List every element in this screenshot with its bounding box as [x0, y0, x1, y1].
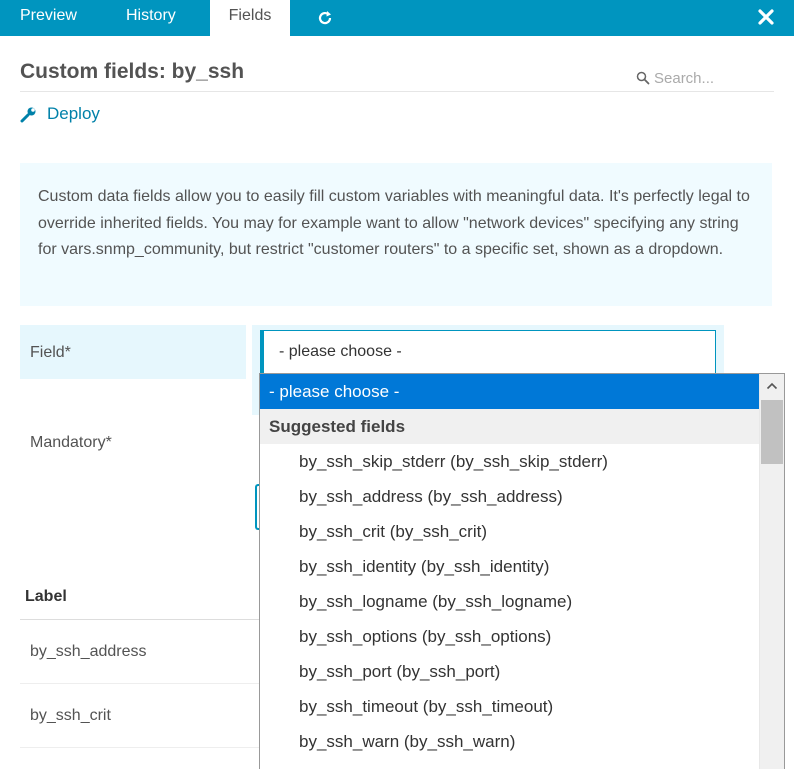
option-by-ssh-warn[interactable]: by_ssh_warn (by_ssh_warn)	[260, 724, 760, 759]
wrench-icon	[20, 107, 36, 122]
option-by-ssh-options[interactable]: by_ssh_options (by_ssh_options)	[260, 619, 760, 654]
option-by-ssh-skip-stderr[interactable]: by_ssh_skip_stderr (by_ssh_skip_stderr)	[260, 444, 760, 479]
search-icon	[636, 71, 650, 85]
tab-history[interactable]: History	[106, 0, 196, 36]
table-header-label: Label	[20, 586, 260, 620]
page-title: Custom fields: by_ssh	[20, 60, 245, 83]
option-by-ssh-port[interactable]: by_ssh_port (by_ssh_port)	[260, 654, 760, 689]
option-by-ssh-identity[interactable]: by_ssh_identity (by_ssh_identity)	[260, 549, 760, 584]
mandatory-label: Mandatory*	[30, 434, 112, 451]
scroll-thumb[interactable]	[761, 400, 783, 464]
close-button[interactable]	[754, 5, 778, 29]
option-please-choose[interactable]: - please choose -	[260, 374, 760, 409]
deploy-label: Deploy	[47, 104, 100, 123]
table-row[interactable]: by_ssh_crit	[20, 684, 260, 748]
tab-bar: Preview History Fields	[0, 0, 794, 36]
option-by-ssh-crit[interactable]: by_ssh_crit (by_ssh_crit)	[260, 514, 760, 549]
tab-preview[interactable]: Preview	[0, 0, 97, 36]
tab-fields[interactable]: Fields	[210, 0, 290, 36]
header-divider	[20, 91, 774, 92]
option-by-ssh-address[interactable]: by_ssh_address (by_ssh_address)	[260, 479, 760, 514]
search-input[interactable]	[654, 69, 764, 87]
info-box: Custom data fields allow you to easily f…	[20, 163, 772, 306]
dropdown-options: - please choose - Suggested fields by_ss…	[260, 374, 760, 759]
field-label: Field*	[20, 325, 246, 379]
close-icon	[758, 9, 774, 25]
refresh-icon	[318, 11, 332, 25]
optgroup-suggested-fields: Suggested fields	[260, 409, 760, 444]
option-by-ssh-logname[interactable]: by_ssh_logname (by_ssh_logname)	[260, 584, 760, 619]
search-box[interactable]	[636, 66, 776, 90]
info-text: Custom data fields allow you to easily f…	[38, 188, 750, 258]
chevron-up-icon	[766, 382, 778, 390]
field-dropdown-list: - please choose - Suggested fields by_ss…	[259, 373, 785, 769]
refresh-button[interactable]	[306, 0, 344, 36]
table-row[interactable]: by_ssh_address	[20, 620, 260, 684]
option-by-ssh-timeout[interactable]: by_ssh_timeout (by_ssh_timeout)	[260, 689, 760, 724]
field-select[interactable]: - please choose -	[260, 330, 716, 376]
deploy-link[interactable]: Deploy	[20, 104, 100, 124]
scroll-up-button[interactable]	[760, 374, 784, 398]
dropdown-scrollbar[interactable]	[759, 374, 784, 769]
